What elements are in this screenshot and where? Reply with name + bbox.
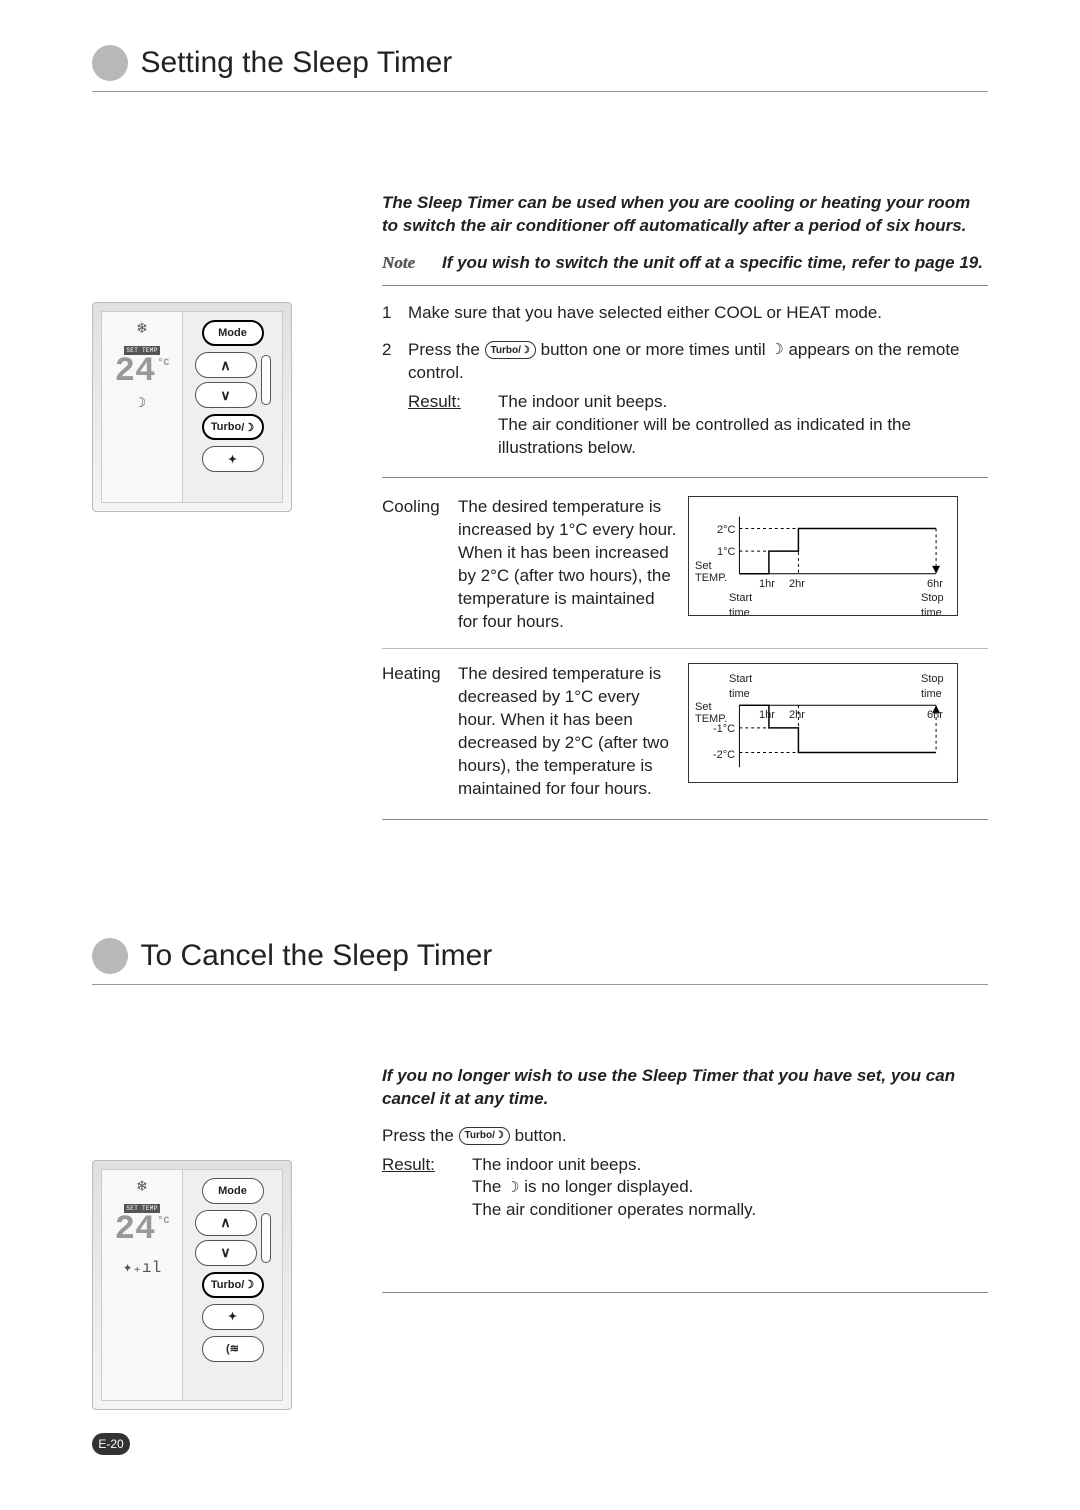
chart-ytick: -2°C: [713, 748, 735, 763]
cooling-label: Cooling: [382, 496, 458, 634]
chart-xtick: 6hr: [927, 577, 943, 592]
remote-fan-button: ✦: [202, 446, 264, 472]
remote-illustration-1: ❄ SET TEMP 24 °C ☽ Mode ∧ ∨: [92, 302, 292, 512]
cooling-text: The desired temperature is increased by …: [458, 496, 688, 634]
heating-label: Heating: [382, 663, 458, 801]
intro-text-2: If you no longer wish to use the Sleep T…: [382, 1065, 988, 1111]
mode-snowflake-icon: ❄: [137, 318, 147, 338]
chart-start-label: Starttime: [729, 672, 752, 702]
chart-ytick: 2°C: [717, 523, 735, 538]
step2-result: The indoor unit beeps. The air condition…: [498, 391, 988, 460]
step2-text-b: button one or more times until: [541, 340, 771, 359]
cancel-result-line: The ☽ is no longer displayed.: [472, 1176, 988, 1199]
thermometer-icon: [261, 355, 271, 405]
cancel-text-b: button.: [515, 1126, 567, 1145]
cancel-result-line: The air conditioner operates normally.: [472, 1199, 988, 1222]
chart-xtick: 6hr: [927, 708, 943, 723]
result-label: Result:: [408, 391, 498, 460]
cancel-instruction: Press the Turbo/☽ button.: [382, 1125, 988, 1148]
title-bullet-icon: [92, 45, 128, 81]
cancel-result-line: The indoor unit beeps.: [472, 1154, 988, 1177]
chart-xtick: 2hr: [789, 708, 805, 723]
step-1-body: Make sure that you have selected either …: [408, 302, 988, 325]
mode-snowflake-icon: ❄: [137, 1176, 147, 1196]
turbo-button-icon: Turbo/☽: [459, 1127, 510, 1145]
remote-up-button: ∧: [195, 352, 257, 378]
remote-swing-button: (≋: [202, 1336, 264, 1362]
turbo-button-icon: Turbo/☽: [485, 341, 536, 359]
lcd-temp-unit: °C: [157, 359, 169, 369]
remote-mode-button: Mode: [202, 320, 264, 346]
chart-stop-label: Stoptime: [921, 591, 944, 621]
remote-illustration-2: ❄ SET TEMP 24 °C ✦₊ıl Mode: [92, 1160, 292, 1410]
remote-fan-button: ✦: [202, 1304, 264, 1330]
remote-down-button: ∨: [195, 382, 257, 408]
remote-mode-button: Mode: [202, 1178, 264, 1204]
lcd-temp-value: 24: [115, 355, 156, 389]
heating-chart: -1°C -2°C Set TEMP. 1hr 2hr 6hr Starttim…: [688, 663, 958, 783]
chart-ytick: 1°C: [717, 545, 735, 560]
step-number: 1: [382, 302, 408, 325]
chart-xtick: 2hr: [789, 577, 805, 592]
lcd-temp-unit: °C: [157, 1217, 169, 1227]
chart-xtick: 1hr: [759, 708, 775, 723]
section-title-block-2: To Cancel the Sleep Timer: [92, 938, 988, 985]
lcd-fan-icon: ✦₊ıl: [123, 1257, 161, 1277]
cancel-result: The indoor unit beeps. The ☽ is no longe…: [472, 1154, 988, 1223]
lcd-sleep-icon: ☽: [138, 395, 146, 412]
section-title-block: Setting the Sleep Timer: [92, 45, 988, 92]
step2-text-a: Press the: [408, 340, 485, 359]
heating-text: The desired temperature is decreased by …: [458, 663, 688, 801]
chart-axis-label: TEMP.: [695, 712, 727, 727]
note-label: Note: [382, 252, 442, 275]
section-title: Setting the Sleep Timer: [140, 46, 452, 79]
remote-turbo-button: Turbo/☽: [202, 1272, 264, 1298]
sleep-icon: ☽: [770, 340, 783, 360]
section-title-2: To Cancel the Sleep Timer: [140, 939, 492, 972]
chart-axis-label: TEMP.: [695, 571, 727, 586]
chart-start-label: Starttime: [729, 591, 752, 621]
chart-xtick: 1hr: [759, 577, 775, 592]
cooling-chart: 2°C 1°C Set TEMP. 1hr 2hr 6hr Starttime …: [688, 496, 958, 616]
remote-turbo-button: Turbo/☽: [202, 414, 264, 440]
step-number: 2: [382, 339, 408, 460]
step-2-body: Press the Turbo/☽ button one or more tim…: [408, 339, 988, 460]
lcd-temp-value: 24: [115, 1213, 156, 1247]
cancel-text-a: Press the: [382, 1126, 459, 1145]
note-body: If you wish to switch the unit off at a …: [442, 252, 988, 275]
title-bullet-icon: [92, 938, 128, 974]
remote-up-button: ∧: [195, 1210, 257, 1236]
remote-down-button: ∨: [195, 1240, 257, 1266]
intro-text: The Sleep Timer can be used when you are…: [382, 192, 988, 238]
chart-stop-label: Stoptime: [921, 672, 944, 702]
page-number: E-20: [92, 1433, 130, 1455]
sleep-icon: ☽: [506, 1178, 519, 1198]
result-label: Result:: [382, 1154, 472, 1223]
thermometer-icon: [261, 1213, 271, 1263]
